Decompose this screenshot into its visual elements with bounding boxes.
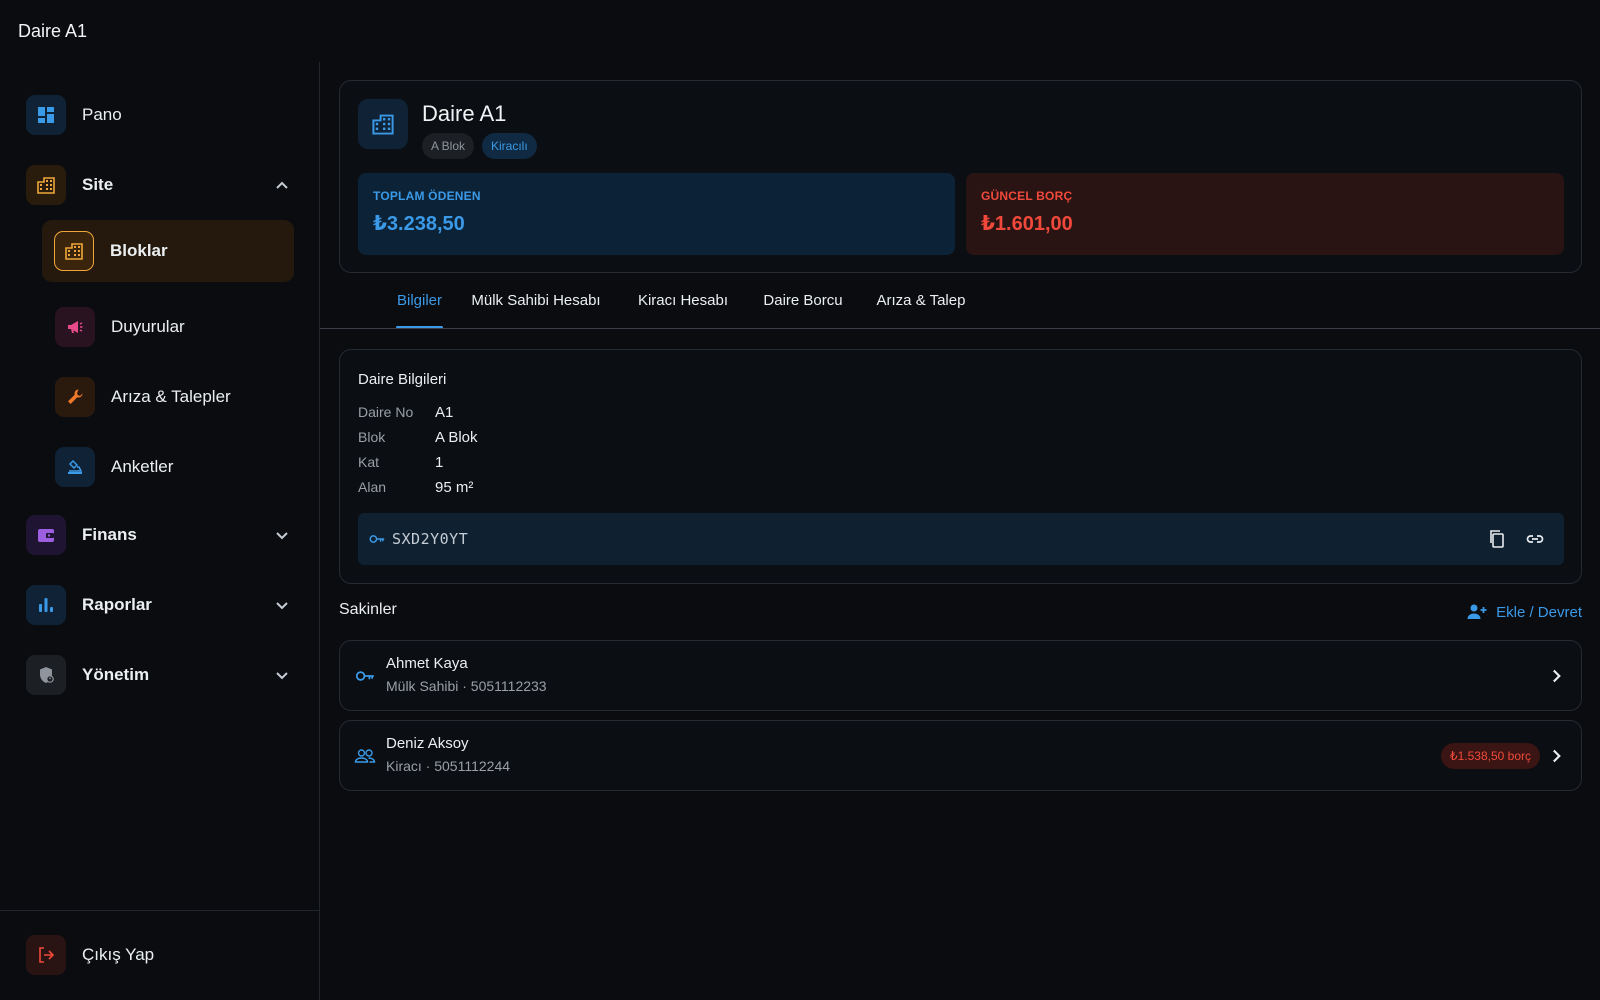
total-paid-card: TOPLAM ÖDENEN ₺3.238,50 xyxy=(358,173,955,255)
tab-kiraci-hesabi[interactable]: Kiracı Hesabı xyxy=(635,274,731,328)
chevron-right-icon xyxy=(1553,669,1561,683)
info-key: Daire No xyxy=(358,404,414,420)
sidebar-item-raporlar[interactable]: Raporlar xyxy=(26,574,296,636)
copy-code-button[interactable] xyxy=(1484,526,1510,552)
sidebar-item-label: Duyurular xyxy=(111,317,185,336)
resident-details: Kiracı · 5051112244 xyxy=(386,758,511,774)
sidebar-item-label: Bloklar xyxy=(110,241,168,260)
block-chip: A Blok xyxy=(422,133,475,159)
current-debt-label: GÜNCEL BORÇ xyxy=(981,189,1073,203)
share-link-button[interactable] xyxy=(1522,526,1548,552)
main-content: Daire A1 A Blok Kiracılı TOPLAM ÖDENEN ₺… xyxy=(320,62,1600,1000)
bar-chart-icon xyxy=(26,585,66,625)
add-transfer-label: Ekle / Devret xyxy=(1496,603,1582,621)
info-value: A1 xyxy=(435,403,454,421)
sidebar-item-site[interactable]: Site xyxy=(26,154,296,216)
info-key: Kat xyxy=(358,454,380,470)
sidebar-item-label: Yönetim xyxy=(82,665,150,684)
resident-row-tenant[interactable]: Deniz Aksoy Kiracı · 5051112244 ₺1.538,5… xyxy=(339,720,1582,791)
sidebar: Pano Site Bloklar Duyurular Arıza & Tale… xyxy=(0,62,320,1000)
sidebar-item-ariza-talepler[interactable]: Arıza & Talepler xyxy=(55,366,295,428)
sidebar-item-finans[interactable]: Finans xyxy=(26,504,296,566)
tab-daire-borcu[interactable]: Daire Borcu xyxy=(761,274,845,328)
current-debt-value: ₺1.601,00 xyxy=(981,213,1073,235)
resident-name: Deniz Aksoy xyxy=(386,735,469,752)
info-key: Alan xyxy=(358,479,387,495)
app-title: Daire A1 xyxy=(18,20,88,41)
sidebar-divider xyxy=(0,910,320,911)
logout-button[interactable]: Çıkış Yap xyxy=(26,924,296,986)
access-code: SXD2Y0YT xyxy=(392,530,469,548)
access-code-bar: SXD2Y0YT xyxy=(358,513,1564,565)
wallet-icon xyxy=(26,515,66,555)
megaphone-icon xyxy=(55,307,95,347)
tab-ariza-talep[interactable]: Arıza & Talep xyxy=(874,274,968,328)
buildings-icon xyxy=(54,231,94,271)
residents-title: Sakinler xyxy=(339,601,397,618)
sidebar-item-label: Site xyxy=(82,175,114,194)
chevron-down-icon xyxy=(276,602,288,610)
tab-divider xyxy=(320,328,1600,329)
info-row: Blok A Blok xyxy=(358,426,478,448)
info-row: Alan 95 m² xyxy=(358,476,473,498)
sidebar-item-anketler[interactable]: Anketler xyxy=(55,436,295,498)
sidebar-item-pano[interactable]: Pano xyxy=(26,84,296,146)
sidebar-item-duyurular[interactable]: Duyurular xyxy=(55,296,295,358)
people-icon xyxy=(354,749,376,763)
info-card-title: Daire Bilgileri xyxy=(358,371,447,388)
info-key: Blok xyxy=(358,429,386,445)
info-row: Kat 1 xyxy=(358,451,443,473)
tab-bar: Bilgiler Mülk Sahibi Hesabı Kiracı Hesab… xyxy=(320,274,1600,330)
resident-name: Ahmet Kaya xyxy=(386,655,468,672)
link-icon xyxy=(1526,535,1544,543)
info-value: 95 m² xyxy=(435,478,474,496)
page-title: Daire A1 xyxy=(422,101,507,126)
current-debt-card: GÜNCEL BORÇ ₺1.601,00 xyxy=(966,173,1564,255)
chevron-right-icon xyxy=(1553,749,1561,763)
total-paid-label: TOPLAM ÖDENEN xyxy=(373,189,481,203)
logout-icon xyxy=(26,935,66,975)
chevron-up-icon xyxy=(276,181,288,189)
ballot-icon xyxy=(55,447,95,487)
dashboard-icon xyxy=(26,95,66,135)
apartment-header-card: Daire A1 A Blok Kiracılı TOPLAM ÖDENEN ₺… xyxy=(339,80,1582,273)
sidebar-item-label: Anketler xyxy=(111,457,174,476)
sidebar-item-bloklar[interactable]: Bloklar xyxy=(42,220,294,282)
apartment-info-card: Daire Bilgileri Daire No A1 Blok A Blok … xyxy=(339,349,1582,584)
sidebar-item-label: Finans xyxy=(82,525,137,544)
tab-mulk-sahibi-hesabi[interactable]: Mülk Sahibi Hesabı xyxy=(466,274,606,328)
sidebar-item-label: Arıza & Talepler xyxy=(111,387,231,406)
info-row: Daire No A1 xyxy=(358,401,453,423)
resident-details: Mülk Sahibi · 5051112233 xyxy=(386,678,547,694)
sidebar-item-yonetim[interactable]: Yönetim xyxy=(26,644,296,706)
wrench-icon xyxy=(55,377,95,417)
key-icon xyxy=(355,671,374,681)
sidebar-item-label: Pano xyxy=(82,105,122,124)
logout-label: Çıkış Yap xyxy=(82,945,155,964)
info-value: A Blok xyxy=(435,428,478,446)
add-transfer-button[interactable]: Ekle / Devret xyxy=(1466,597,1582,627)
app-bar: Daire A1 xyxy=(0,0,1600,62)
sidebar-item-label: Raporlar xyxy=(82,595,152,614)
debt-badge: ₺1.538,50 borç xyxy=(1440,743,1540,769)
chevron-down-icon xyxy=(276,532,288,540)
copy-icon xyxy=(1490,530,1504,548)
key-icon xyxy=(369,535,385,543)
admin-shield-icon xyxy=(26,655,66,695)
chevron-down-icon xyxy=(276,672,288,680)
apartment-building-icon xyxy=(358,99,408,149)
total-paid-value: ₺3.238,50 xyxy=(373,213,465,235)
info-value: 1 xyxy=(435,453,444,471)
add-person-icon xyxy=(1467,604,1487,619)
buildings-icon xyxy=(26,165,66,205)
tab-bilgiler[interactable]: Bilgiler xyxy=(386,274,453,328)
status-badge: Kiracılı xyxy=(482,133,537,159)
resident-row-owner[interactable]: Ahmet Kaya Mülk Sahibi · 5051112233 xyxy=(339,640,1582,711)
